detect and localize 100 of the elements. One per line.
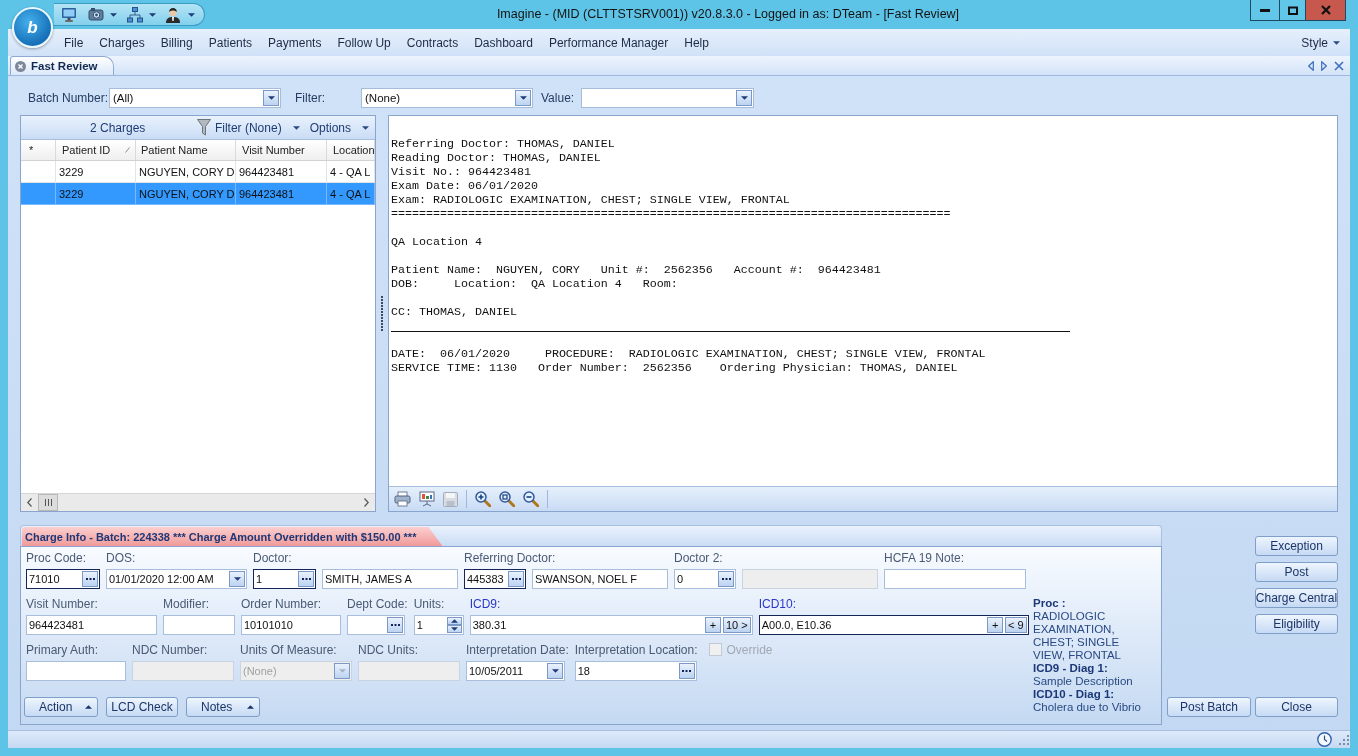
lookup-button[interactable]: [82, 571, 98, 587]
menu-button[interactable]: Notes: [186, 697, 260, 717]
scrollbar-thumb[interactable]: [38, 494, 58, 511]
camera-icon[interactable]: [88, 7, 104, 22]
switch-code-button[interactable]: < 9: [1005, 617, 1027, 633]
push-button[interactable]: Eligibility: [1255, 614, 1338, 634]
menu-item[interactable]: Help: [676, 31, 717, 54]
style-menu[interactable]: Style: [1299, 31, 1342, 54]
lookup-button[interactable]: [678, 663, 695, 679]
description-field: SMITH, JAMES A: [322, 569, 458, 589]
charge-count: 2 Charges: [90, 120, 146, 135]
caret-icon[interactable]: [149, 12, 156, 17]
zoom-fit-icon[interactable]: [499, 491, 515, 507]
dropdown-field[interactable]: 01/01/2020 12:00 AM: [106, 569, 247, 589]
horizontal-scrollbar[interactable]: [21, 493, 375, 511]
close-icon[interactable]: [1334, 60, 1344, 71]
dropdown-field[interactable]: (None): [361, 88, 533, 108]
printer-icon[interactable]: [394, 491, 411, 507]
dropdown-field[interactable]: [581, 88, 754, 108]
caret-icon[interactable]: [188, 12, 195, 17]
menu-item[interactable]: File: [56, 31, 92, 54]
input-field[interactable]: [26, 661, 126, 681]
push-button[interactable]: Close: [1255, 697, 1338, 717]
input-field[interactable]: [884, 569, 1026, 589]
spin-down-button[interactable]: [446, 625, 462, 633]
close-button[interactable]: [1305, 0, 1346, 21]
dropdown-button[interactable]: [263, 90, 279, 106]
user-icon[interactable]: [165, 6, 181, 23]
filter-dropdown[interactable]: Filter (None): [196, 119, 300, 136]
field-label: DOS:: [106, 551, 136, 567]
zoom-out-icon[interactable]: [523, 491, 539, 507]
dropdown-button[interactable]: [229, 571, 245, 587]
options-dropdown[interactable]: Options: [309, 120, 369, 135]
lookup-field[interactable]: 18: [574, 661, 697, 681]
lookup-button[interactable]: [387, 617, 403, 633]
push-button[interactable]: Charge Central: [1255, 588, 1338, 608]
input-field[interactable]: 10101010: [241, 615, 341, 635]
lookup-button[interactable]: [508, 571, 524, 587]
network-icon[interactable]: [127, 6, 143, 23]
menu-item[interactable]: Performance Manager: [540, 31, 677, 54]
code-list-field[interactable]: 380.31 + 10 >: [469, 615, 753, 635]
field-label: Units:: [413, 597, 445, 613]
push-button[interactable]: LCD Check: [106, 697, 178, 717]
menu-item[interactable]: Follow Up: [329, 31, 399, 54]
spin-up-button[interactable]: [446, 617, 462, 625]
menu-item[interactable]: Contracts: [398, 31, 467, 54]
code-list-field[interactable]: A00.0, E10.36 + < 9: [758, 615, 1029, 635]
resize-grip-icon[interactable]: [1339, 734, 1349, 745]
caret-icon[interactable]: [110, 12, 117, 17]
lookup-field[interactable]: 445383: [464, 569, 526, 589]
field-label: HCFA 19 Note:: [884, 551, 965, 567]
menu-item[interactable]: Billing: [152, 31, 201, 54]
dropdown-button[interactable]: [515, 90, 531, 106]
column-header[interactable]: Visit Number: [236, 140, 327, 160]
push-button[interactable]: Post Batch: [1167, 697, 1251, 717]
table-row[interactable]: 3229 NGUYEN, CORY D 964423481 4 - QA L: [21, 183, 375, 205]
input-field[interactable]: [163, 615, 235, 635]
menu-item[interactable]: Patients: [200, 31, 261, 54]
monitor-icon[interactable]: [61, 6, 77, 23]
document-line: Exam Date: 06/01/2020: [391, 179, 538, 193]
scroll-left-icon[interactable]: [1308, 60, 1314, 71]
clock-icon[interactable]: [1317, 732, 1332, 747]
summary-heading: ICD9 - Diag 1:: [1033, 662, 1108, 675]
close-icon[interactable]: [15, 60, 26, 72]
lookup-button[interactable]: [298, 571, 314, 587]
presentation-icon[interactable]: [419, 491, 435, 507]
switch-code-button[interactable]: 10 >: [723, 617, 751, 633]
lookup-field[interactable]: 0: [674, 569, 736, 589]
add-code-button[interactable]: +: [705, 617, 721, 633]
lookup-field[interactable]: 1: [253, 569, 316, 589]
lookup-field[interactable]: [347, 615, 405, 635]
table-row[interactable]: 3229 NGUYEN, CORY D 964423481 4 - QA L: [21, 161, 375, 183]
scroll-right-icon[interactable]: [1321, 60, 1327, 71]
field-label: Doctor 2:: [674, 551, 723, 567]
menu-item[interactable]: Dashboard: [466, 31, 541, 54]
column-header[interactable]: Patient ID: [56, 140, 136, 160]
maximize-button[interactable]: [1279, 0, 1306, 21]
input-field[interactable]: 964423481: [26, 615, 157, 635]
dropdown-field[interactable]: 10/05/2011: [466, 661, 565, 681]
field-label: Interpretation Date:: [466, 643, 569, 659]
table-cell: 3229: [56, 183, 136, 204]
lookup-button[interactable]: [718, 571, 734, 587]
column-header[interactable]: *: [21, 140, 56, 160]
dropdown-button[interactable]: [547, 663, 563, 679]
tab[interactable]: Fast Review: [10, 56, 115, 75]
minimize-button[interactable]: [1250, 0, 1280, 21]
spinner-field[interactable]: 1: [413, 615, 464, 635]
dropdown-field[interactable]: (All): [109, 88, 281, 108]
add-code-button[interactable]: +: [987, 617, 1004, 633]
caret-icon: [551, 669, 559, 673]
menu-item[interactable]: Charges: [91, 31, 153, 54]
zoom-in-icon[interactable]: [475, 491, 491, 507]
push-button[interactable]: Post: [1255, 562, 1338, 582]
lookup-field[interactable]: 71010: [26, 569, 100, 589]
menu-item[interactable]: Payments: [260, 31, 330, 54]
column-header[interactable]: Patient Name: [136, 140, 236, 160]
push-button[interactable]: Exception: [1255, 536, 1338, 556]
menu-button[interactable]: Action: [24, 697, 98, 717]
column-header[interactable]: Location: [327, 140, 375, 160]
dropdown-button[interactable]: [736, 90, 752, 106]
